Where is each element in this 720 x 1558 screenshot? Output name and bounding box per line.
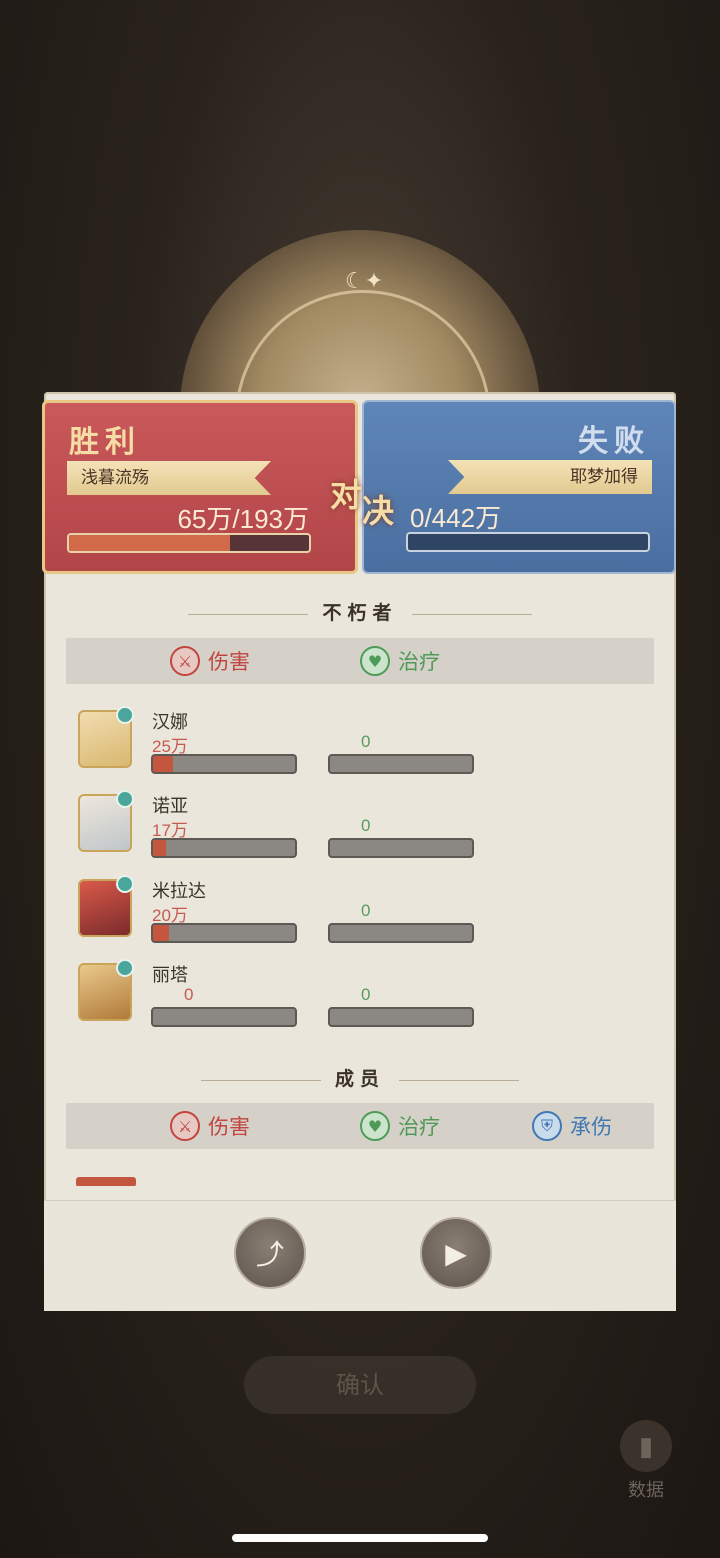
hero-row: 汉娜 25万 0 [0,706,720,794]
members-tab-tank[interactable]: ⛨ 承伤 [532,1103,612,1149]
heart-icon: ♥ [360,646,390,676]
hero-damage-bar [151,1007,297,1027]
hero-row: 米拉达 20万 0 [0,875,720,963]
versus-char-1: 对 [330,476,363,514]
hero-row: 丽塔 0 0 [0,959,720,1047]
tab-damage[interactable]: ⚔ 伤害 [170,638,250,684]
hero-heal-value: 0 [361,816,371,835]
victory-progress-bar [67,533,311,553]
hero-heal-value: 0 [361,901,371,920]
shield-icon: ⛨ [532,1111,562,1141]
heart-icon: ♥ [360,1111,390,1141]
members-list-partial[interactable] [44,1170,676,1186]
replay-button[interactable]: ▶ [420,1217,492,1289]
defeat-progress-bar [406,532,650,552]
hero-row: 诺亚 17万 0 [0,790,720,878]
hero-heal-value: 0 [361,985,371,1004]
defeat-card: 失败 耶梦加得 0/442万 [362,400,676,574]
hero-damage-fill [153,756,173,772]
versus-char-2: 决 [362,492,395,530]
data-button[interactable]: ▮ 数据 [612,1420,680,1506]
hero-damage-fill [153,925,169,941]
hero-name: 米拉达 [152,881,206,901]
bar-chart-icon: ▮ [620,1420,672,1472]
versus-mark: 对决 [330,470,394,530]
victory-score: 65万/193万 [177,504,309,534]
immortals-tabbar: ⚔ 伤害 ♥ 治疗 [66,638,654,684]
victory-label: 胜利 [69,425,141,460]
defeat-label: 失败 [578,424,650,459]
sword-icon: ⚔ [170,646,200,676]
victory-card: 胜利 浅暮流殇 65万/193万 [42,400,358,574]
moon-star-icon: ☾✦ [345,268,384,293]
hero-name: 诺亚 [152,796,188,816]
home-indicator[interactable] [232,1534,488,1542]
defeat-team-name: 耶梦加得 [448,460,652,494]
hero-damage-bar [151,923,297,943]
members-tabbar: ⚔ 伤害 ♥ 治疗 ⛨ 承伤 [66,1103,654,1149]
victory-progress-fill [69,535,230,551]
hero-heal-bar [328,1007,474,1027]
share-button[interactable]: ⤴ [234,1217,306,1289]
panel-footer: ⤴ ▶ [44,1200,676,1311]
hero-damage-value: 0 [184,985,194,1004]
element-badge-icon [116,706,134,724]
data-label: 数据 [628,1480,664,1500]
tab-heal[interactable]: ♥ 治疗 [360,638,440,684]
share-icon: ⤴ [255,1239,284,1270]
members-tab-damage[interactable]: ⚔ 伤害 [170,1103,250,1149]
immortals-title: 不朽者 [0,598,720,625]
hero-name: 丽塔 [152,965,188,985]
element-badge-icon [116,875,134,893]
hero-heal-value: 0 [361,732,371,751]
hero-damage-bar [151,754,297,774]
hero-heal-bar [328,754,474,774]
member-bar-partial [76,1177,136,1186]
element-badge-icon [116,959,134,977]
hero-name: 汉娜 [152,712,188,732]
sword-icon: ⚔ [170,1111,200,1141]
hero-heal-bar [328,923,474,943]
hero-damage-fill [153,840,166,856]
members-tab-heal[interactable]: ♥ 治疗 [360,1103,440,1149]
play-icon: ▶ [445,1237,467,1269]
members-title: 成员 [0,1064,720,1091]
victory-team-name: 浅暮流殇 [67,461,271,495]
hero-damage-bar [151,838,297,858]
confirm-button[interactable]: 确认 [244,1356,476,1414]
defeat-score: 0/442万 [410,503,502,533]
hero-heal-bar [328,838,474,858]
element-badge-icon [116,790,134,808]
